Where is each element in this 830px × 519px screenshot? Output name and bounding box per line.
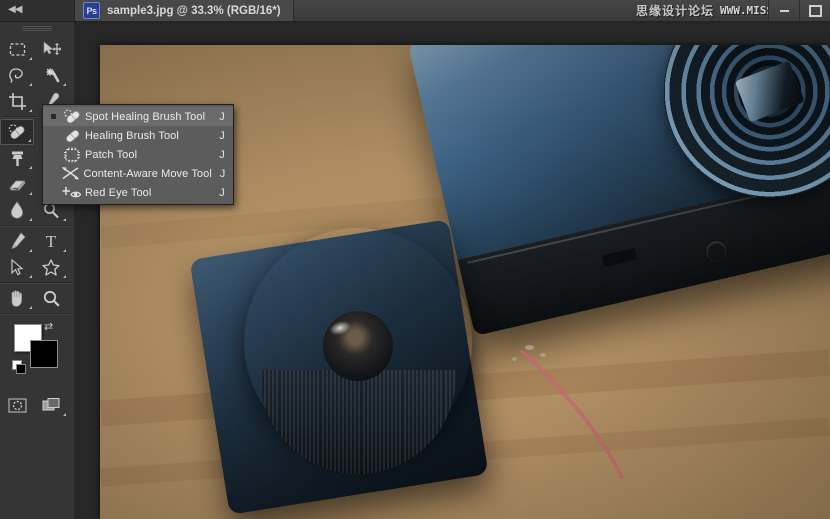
flyout-triangle-icon bbox=[63, 249, 66, 252]
menu-item-shortcut: J bbox=[219, 129, 225, 142]
tools-panel[interactable]: T ⇄ bbox=[0, 21, 75, 519]
menu-item-label: Content-Aware Move Tool bbox=[83, 167, 212, 180]
rectangular-marquee-tool[interactable] bbox=[0, 36, 34, 62]
healing-brush-icon bbox=[59, 128, 85, 144]
blur-tool[interactable] bbox=[0, 197, 34, 223]
tool-group-navigation bbox=[0, 283, 74, 314]
patch-tool-icon bbox=[59, 147, 85, 163]
flyout-triangle-icon bbox=[29, 192, 32, 195]
tools-panel-grip[interactable] bbox=[22, 26, 52, 31]
document-area[interactable] bbox=[75, 21, 830, 519]
flyout-triangle-icon bbox=[63, 83, 66, 86]
window-controls[interactable] bbox=[768, 0, 830, 21]
healing-tools-flyout-menu[interactable]: Spot Healing Brush Tool J Healing Brush … bbox=[42, 104, 234, 205]
flyout-triangle-icon bbox=[29, 218, 32, 221]
flyout-triangle-icon bbox=[63, 413, 66, 416]
flyout-triangle-icon bbox=[63, 275, 66, 278]
menu-item-label: Red Eye Tool bbox=[85, 186, 152, 199]
pen-tool[interactable] bbox=[0, 228, 34, 254]
swap-colors-icon[interactable]: ⇄ bbox=[44, 320, 53, 333]
type-tool-glyph: T bbox=[45, 231, 57, 251]
custom-shape-tool[interactable] bbox=[34, 254, 68, 280]
magic-wand-tool[interactable] bbox=[34, 62, 68, 88]
menu-item-shortcut: J bbox=[219, 167, 226, 180]
spot-healing-brush-icon bbox=[59, 108, 85, 125]
flyout-triangle-icon bbox=[29, 57, 32, 60]
eraser-tool[interactable] bbox=[0, 171, 34, 197]
move-tool[interactable] bbox=[34, 36, 68, 62]
photoshop-logo-icon: Ps bbox=[83, 2, 100, 19]
title-bar: ◀◀ Ps sample3.jpg @ 33.3% (RGB/16*) 思缘设计… bbox=[0, 0, 830, 22]
red-eye-tool-icon bbox=[59, 185, 85, 200]
menu-item-content-aware-move-tool[interactable]: Content-Aware Move Tool J bbox=[43, 164, 233, 183]
flyout-triangle-icon bbox=[29, 275, 32, 278]
screen-mode-button[interactable] bbox=[34, 392, 68, 418]
type-tool[interactable]: T bbox=[34, 228, 68, 254]
flyout-triangle-icon bbox=[28, 139, 31, 142]
document-tab[interactable]: Ps sample3.jpg @ 33.3% (RGB/16*) bbox=[75, 0, 294, 21]
active-tool-bullet-icon bbox=[47, 114, 59, 119]
color-swatches: ⇄ bbox=[0, 314, 74, 392]
default-colors-icon[interactable] bbox=[12, 360, 26, 374]
zoom-tool[interactable] bbox=[34, 285, 68, 311]
menu-item-spot-healing-brush-tool[interactable]: Spot Healing Brush Tool J bbox=[43, 107, 233, 126]
menu-item-shortcut: J bbox=[219, 186, 225, 199]
menu-item-patch-tool[interactable]: Patch Tool J bbox=[43, 145, 233, 164]
background-color-swatch[interactable] bbox=[30, 340, 58, 368]
document-tab-title: sample3.jpg @ 33.3% (RGB/16*) bbox=[107, 4, 281, 17]
path-selection-tool[interactable] bbox=[0, 254, 34, 280]
crop-tool[interactable] bbox=[0, 88, 34, 114]
collapse-panel-icon[interactable]: ◀◀ bbox=[8, 3, 22, 17]
watermark-chinese-text: 思缘设计论坛 bbox=[636, 4, 715, 18]
photoshop-window: T ⇄ Spot Healing Brush Tool J Healing Br… bbox=[0, 0, 830, 519]
tool-group-vector: T bbox=[0, 226, 74, 283]
clone-stamp-tool[interactable] bbox=[0, 145, 34, 171]
maximize-button[interactable] bbox=[799, 0, 830, 21]
spot-healing-brush-tool[interactable] bbox=[0, 119, 34, 145]
flyout-triangle-icon bbox=[29, 166, 32, 169]
quick-mask-button[interactable] bbox=[0, 392, 34, 418]
flyout-triangle-icon bbox=[29, 306, 32, 309]
menu-item-red-eye-tool[interactable]: Red Eye Tool J bbox=[43, 183, 233, 202]
hand-tool[interactable] bbox=[0, 285, 34, 311]
menu-item-label: Spot Healing Brush Tool bbox=[85, 110, 206, 123]
menu-item-shortcut: J bbox=[219, 110, 225, 123]
menu-item-label: Healing Brush Tool bbox=[85, 129, 179, 142]
flyout-triangle-icon bbox=[29, 109, 32, 112]
menu-item-label: Patch Tool bbox=[85, 148, 138, 161]
flyout-triangle-icon bbox=[63, 218, 66, 221]
flyout-triangle-icon bbox=[29, 249, 32, 252]
minimize-button[interactable] bbox=[768, 0, 799, 21]
menu-item-healing-brush-tool[interactable]: Healing Brush Tool J bbox=[43, 126, 233, 145]
menu-item-shortcut: J bbox=[219, 148, 225, 161]
title-bar-left-stub: ◀◀ bbox=[0, 0, 75, 21]
flyout-triangle-icon bbox=[29, 83, 32, 86]
content-aware-move-icon bbox=[59, 166, 84, 181]
lasso-tool[interactable] bbox=[0, 62, 34, 88]
